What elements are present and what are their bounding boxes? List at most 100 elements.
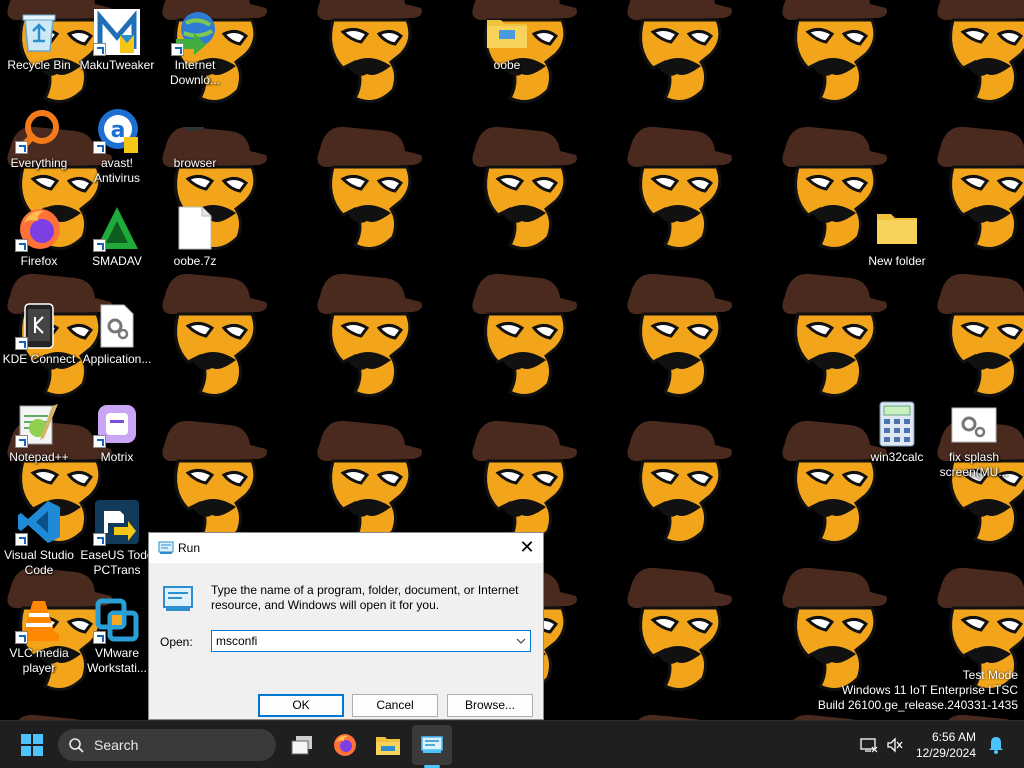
firefox-icon xyxy=(334,734,356,756)
open-combobox[interactable] xyxy=(211,630,531,652)
taskbar-file-explorer-button[interactable] xyxy=(368,725,408,765)
task-view-icon xyxy=(291,736,312,755)
run-dialog-titlebar[interactable]: Run ✕ xyxy=(149,533,543,563)
run-app-icon xyxy=(158,541,174,554)
shortcut-arrow-icon xyxy=(93,43,106,56)
kde-connect-icon xyxy=(15,302,63,350)
vscode-icon xyxy=(15,498,63,546)
taskbar: Search 6:56 AM 12/29/2024 xyxy=(0,720,1024,768)
desktop-icon-label: MakuTweaker xyxy=(79,58,155,72)
desktop-icon-vlc[interactable]: VLC media player xyxy=(1,596,77,676)
desktop-icon-vmware[interactable]: VMware Workstati... xyxy=(79,596,155,676)
desktop-icon-new-folder[interactable]: New folder xyxy=(859,204,935,269)
desktop-icon-everything[interactable]: Everything xyxy=(1,106,77,171)
avast-icon: a xyxy=(93,106,141,154)
open-label: Open: xyxy=(160,635,193,649)
easeus-icon xyxy=(93,498,141,546)
run-dialog-title: Run xyxy=(178,541,201,555)
windows-watermark: Test Mode Windows 11 IoT Enterprise LTSC… xyxy=(818,668,1018,713)
shortcut-arrow-icon xyxy=(93,239,106,252)
windows-logo-icon xyxy=(21,734,43,756)
application-settings-icon xyxy=(93,302,141,350)
volume-muted-icon[interactable] xyxy=(886,737,904,753)
folder-icon xyxy=(873,204,921,252)
browse-button[interactable]: Browse... xyxy=(447,694,533,717)
desktop-icon-notepad-plus-plus[interactable]: Notepad++ xyxy=(1,400,77,465)
makutweaker-icon xyxy=(93,8,141,56)
open-dropdown-button[interactable] xyxy=(512,631,530,651)
close-button[interactable]: ✕ xyxy=(511,533,543,563)
close-icon: ✕ xyxy=(519,537,535,557)
clock-time: 6:56 AM xyxy=(931,730,976,744)
desktop-icon-label: fix splash screen(MU... xyxy=(939,450,1009,479)
run-dialog: Run ✕ Type the name of a program, folder… xyxy=(148,532,544,720)
watermark-edition: Windows 11 IoT Enterprise LTSC xyxy=(841,683,1018,697)
desktop-icon-label: KDE Connect xyxy=(2,352,76,366)
internet-download-manager-icon xyxy=(171,8,219,56)
motrix-icon xyxy=(93,400,141,448)
shortcut-arrow-icon xyxy=(15,631,28,644)
chevron-down-icon xyxy=(516,638,526,644)
smadav-icon xyxy=(93,204,141,252)
cancel-button[interactable]: Cancel xyxy=(352,694,438,717)
run-app-icon xyxy=(163,586,193,611)
desktop-icon-label: win32calc xyxy=(870,450,924,464)
start-button[interactable] xyxy=(12,725,52,765)
desktop-icon-application[interactable]: Application... xyxy=(79,302,155,367)
network-icon[interactable] xyxy=(860,737,878,753)
run-dialog-footer: OK Cancel Browse... xyxy=(149,668,543,721)
shortcut-arrow-icon xyxy=(15,533,28,546)
taskbar-clock[interactable]: 6:56 AM 12/29/2024 xyxy=(910,729,976,761)
shortcut-arrow-icon xyxy=(93,631,106,644)
desktop-icon-label: Visual Studio Code xyxy=(4,548,74,577)
svg-text:a: a xyxy=(111,118,126,143)
file-icon xyxy=(171,204,219,252)
shortcut-arrow-icon xyxy=(15,337,28,350)
desktop-icon-avast[interactable]: a avast! Antivirus xyxy=(79,106,155,186)
desktop-icon-win32calc[interactable]: win32calc xyxy=(859,400,935,465)
desktop-icon-browser[interactable]: browser xyxy=(157,106,233,171)
desktop-icon-smadav[interactable]: SMADAV xyxy=(79,204,155,269)
desktop-icon-label: oobe.7z xyxy=(173,254,217,268)
task-view-button[interactable] xyxy=(282,725,322,765)
file-explorer-icon xyxy=(376,737,400,755)
desktop-icon-label: Internet Downlo... xyxy=(169,58,221,87)
desktop-icon-fix-splash[interactable]: fix splash screen(MU... xyxy=(936,400,1012,480)
search-icon xyxy=(69,738,84,753)
open-input[interactable] xyxy=(212,631,508,651)
run-description: Type the name of a program, folder, docu… xyxy=(211,583,519,612)
desktop-icon-label: Notepad++ xyxy=(9,450,69,464)
desktop-icon-label: Recycle Bin xyxy=(7,58,71,72)
watermark-test-mode: Test Mode xyxy=(962,668,1018,682)
desktop-icon-makutweaker[interactable]: MakuTweaker xyxy=(79,8,155,73)
taskbar-run-button[interactable] xyxy=(412,725,452,765)
desktop-icon-internet-download-manager[interactable]: Internet Downlo... xyxy=(157,8,233,88)
taskbar-search-box[interactable]: Search xyxy=(58,729,276,761)
desktop-icon-oobe-folder[interactable]: oobe xyxy=(469,8,545,73)
shortcut-arrow-icon xyxy=(93,533,106,546)
run-app-icon xyxy=(421,736,443,753)
watermark-build: Build 26100.ge_release.240331-1435 xyxy=(817,698,1018,712)
taskbar-firefox-button[interactable] xyxy=(325,725,365,765)
shortcut-arrow-icon xyxy=(15,141,28,154)
shortcut-arrow-icon xyxy=(93,141,106,154)
desktop-icon-easeus[interactable]: EaseUS Todo PCTrans xyxy=(79,498,155,578)
desktop-icon-vscode[interactable]: Visual Studio Code xyxy=(1,498,77,578)
recycle-bin-icon xyxy=(15,8,63,56)
vlc-icon xyxy=(15,596,63,644)
desktop-icon-label: SMADAV xyxy=(92,254,142,268)
desktop-icon-label: browser xyxy=(173,156,217,170)
ok-button[interactable]: OK xyxy=(258,694,344,717)
desktop-icon-label: New folder xyxy=(868,254,926,268)
desktop-icon-firefox[interactable]: Firefox xyxy=(1,204,77,269)
desktop-icon-recycle-bin[interactable]: Recycle Bin xyxy=(1,8,77,73)
desktop-icon-oobe-7z[interactable]: oobe.7z xyxy=(157,204,233,269)
notification-bell-icon[interactable] xyxy=(988,736,1004,754)
desktop-icon-label: EaseUS Todo PCTrans xyxy=(80,548,154,577)
desktop-icon-label: oobe xyxy=(493,58,521,72)
desktop-icon-kde-connect[interactable]: KDE Connect xyxy=(1,302,77,367)
clock-date: 12/29/2024 xyxy=(915,746,976,760)
shortcut-arrow-icon xyxy=(15,239,28,252)
desktop-icon-motrix[interactable]: Motrix xyxy=(79,400,155,465)
desktop-icon-label: Firefox xyxy=(20,254,58,268)
